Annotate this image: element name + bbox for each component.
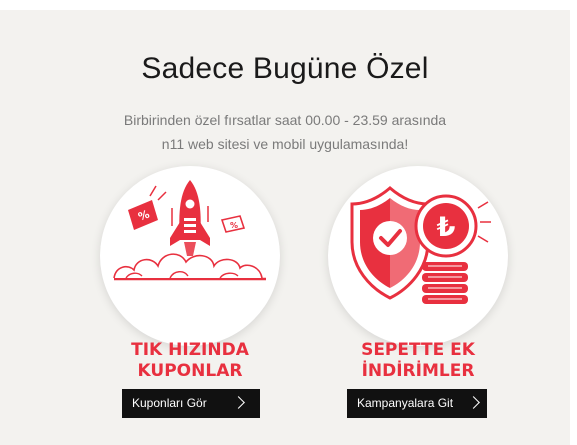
view-coupons-button[interactable]: Kuponları Gör xyxy=(122,389,260,418)
subtitle-line-1: Birbirinden özel fırsatlar saat 00.00 - … xyxy=(123,112,447,128)
subtitle-line-2: n11 web sitesi ve mobil uygulamasında! xyxy=(161,136,409,152)
svg-text:₺: ₺ xyxy=(437,212,456,243)
go-to-campaigns-button[interactable]: Kampanyalara Git xyxy=(347,389,487,418)
chevron-right-icon xyxy=(467,396,480,409)
svg-text:%: % xyxy=(230,221,238,230)
view-coupons-label: Kuponları Gör xyxy=(132,396,207,410)
go-to-campaigns-label: Kampanyalara Git xyxy=(357,396,454,410)
promo-subtitle: Birbirinden özel fırsatlar saat 00.00 - … xyxy=(0,108,570,156)
discounts-illustration: ₺ xyxy=(328,166,508,346)
coupons-illustration: % % xyxy=(100,166,280,346)
rocket-coupon-icon: % % xyxy=(113,180,266,281)
shield-lira-coins-icon: ₺ xyxy=(350,186,491,304)
coupons-title-line-2: KUPONLAR xyxy=(137,361,243,381)
discounts-title-line-2: İNDİRİMLER xyxy=(361,361,475,381)
chevron-right-icon xyxy=(232,396,245,409)
discounts-title-line-1: SEPETTE EK xyxy=(361,340,475,360)
coupons-title-line-1: TIK HIZINDA xyxy=(131,340,249,360)
coupons-title: TIK HIZINDA KUPONLAR xyxy=(100,340,280,382)
page-title: Sadece Bugüne Özel xyxy=(141,52,429,85)
discounts-title: SEPETTE EK İNDİRİMLER xyxy=(328,340,508,382)
